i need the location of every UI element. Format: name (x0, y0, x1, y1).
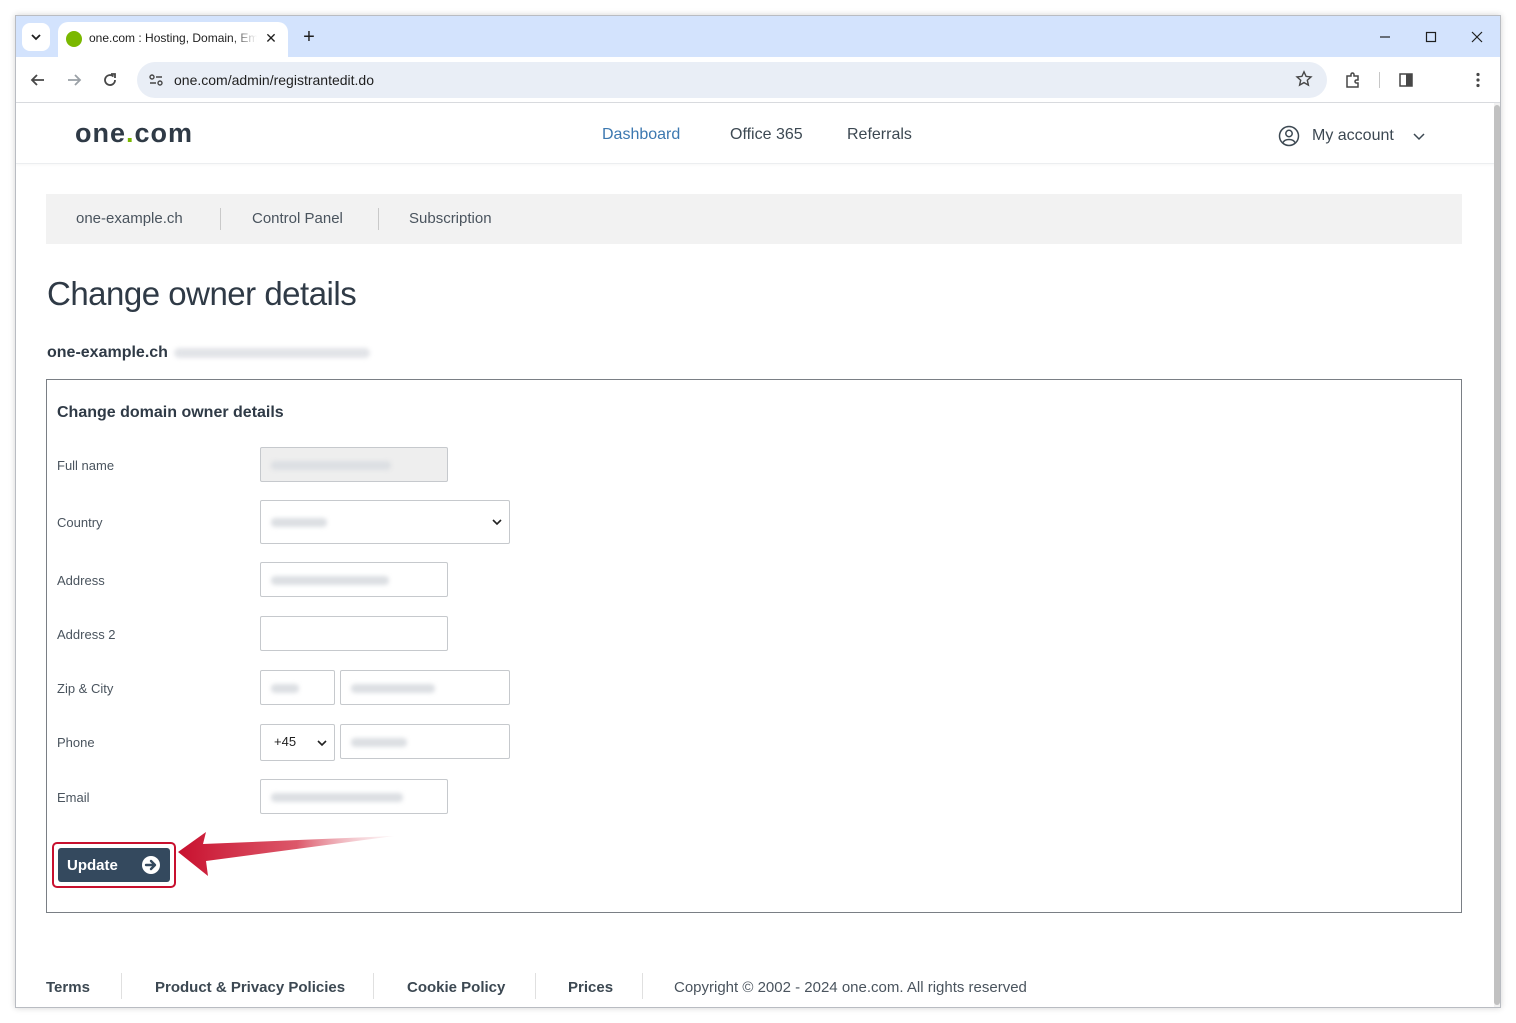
nav-office-365[interactable]: Office 365 (730, 126, 803, 144)
update-highlight-outline: Update (52, 842, 176, 888)
site-settings-icon[interactable] (147, 71, 165, 94)
bookmark-star-icon[interactable] (1295, 70, 1313, 93)
redacted-value (271, 576, 389, 585)
domain-name: one-example.ch (47, 344, 168, 361)
country-select[interactable] (260, 500, 510, 544)
zip-input[interactable] (260, 670, 335, 705)
redacted-value (271, 461, 391, 470)
browser-toolbar: one.com/admin/registrantedit.do (16, 57, 1500, 103)
browser-tab[interactable]: one.com : Hosting, Domain, Email ✕ (58, 22, 288, 57)
city-input[interactable] (340, 670, 510, 705)
zip-city-label: Zip & City (57, 681, 114, 696)
address-bar[interactable]: one.com/admin/registrantedit.do (137, 62, 1327, 98)
browser-menu-kebab-icon[interactable] (1465, 67, 1491, 93)
crumb-divider (378, 208, 379, 230)
redacted-value (271, 793, 403, 802)
domain-heading: one-example.ch (47, 344, 370, 362)
footer-prices-link[interactable]: Prices (568, 979, 613, 996)
my-account-label: My account (1312, 127, 1394, 144)
nav-referrals[interactable]: Referrals (847, 126, 912, 144)
email-label: Email (57, 790, 90, 805)
footer-divider (535, 973, 536, 999)
copyright-text: Copyright © 2002 - 2024 one.com. All rig… (674, 979, 1027, 996)
phone-code-select[interactable]: +45 (260, 724, 335, 761)
annotation-arrow-icon (178, 832, 394, 876)
update-button[interactable]: Update (58, 848, 170, 882)
full-name-input (260, 447, 448, 482)
nav-dashboard[interactable]: Dashboard (602, 126, 680, 144)
arrow-right-circle-icon (142, 856, 160, 874)
chevron-down-icon (317, 739, 327, 746)
site-header: one.com Dashboard Office 365 Referrals M… (16, 103, 1496, 164)
site-footer: Terms Product & Privacy Policies Cookie … (16, 971, 1496, 1001)
chevron-down-icon (31, 34, 41, 41)
page-title: Change owner details (47, 275, 357, 312)
address2-input[interactable] (260, 616, 448, 651)
footer-divider (121, 973, 122, 999)
page-scrollbar[interactable] (1494, 103, 1500, 1007)
back-arrow-icon[interactable] (25, 67, 51, 93)
close-window-icon[interactable] (1464, 26, 1490, 48)
close-tab-icon[interactable]: ✕ (262, 29, 280, 47)
user-circle-icon (1278, 125, 1300, 147)
crumb-divider (220, 208, 221, 230)
footer-divider (373, 973, 374, 999)
tab-title: one.com : Hosting, Domain, Email (89, 31, 257, 45)
address2-label: Address 2 (57, 627, 116, 642)
toolbar-divider (1379, 72, 1380, 88)
minimize-icon[interactable] (1372, 26, 1398, 48)
crumb-control-panel[interactable]: Control Panel (252, 210, 343, 227)
country-label: Country (57, 515, 103, 530)
extensions-puzzle-icon[interactable] (1340, 67, 1366, 93)
web-page: one.com Dashboard Office 365 Referrals M… (16, 103, 1496, 1007)
phone-code-value: +45 (274, 734, 297, 749)
new-tab-plus-icon[interactable]: + (298, 26, 320, 48)
redacted-value (271, 684, 299, 693)
onecom-logo[interactable]: one.com (75, 118, 193, 149)
reload-icon[interactable] (97, 67, 123, 93)
side-panel-icon[interactable] (1393, 67, 1419, 93)
forward-arrow-icon[interactable] (61, 67, 87, 93)
redacted-value (271, 518, 327, 527)
full-name-label: Full name (57, 458, 115, 473)
browser-window: one.com : Hosting, Domain, Email ✕ + one… (15, 15, 1501, 1008)
maximize-icon[interactable] (1418, 26, 1444, 48)
form-title: Change domain owner details (57, 404, 284, 421)
crumb-subscription[interactable]: Subscription (409, 210, 492, 227)
phone-label: Phone (57, 735, 95, 750)
redacted-value (351, 738, 407, 747)
chevron-down-icon (492, 519, 502, 526)
footer-cookie-link[interactable]: Cookie Policy (407, 979, 505, 996)
footer-terms-link[interactable]: Terms (46, 979, 90, 996)
chevron-down-icon (1413, 133, 1425, 141)
address-label: Address (57, 573, 105, 588)
crumb-domain[interactable]: one-example.ch (76, 210, 183, 227)
phone-number-input[interactable] (340, 724, 510, 759)
tab-search-button[interactable] (22, 23, 50, 51)
onecom-favicon-icon (66, 31, 82, 47)
update-button-label: Update (67, 856, 118, 874)
redacted-value (351, 684, 435, 693)
footer-divider (642, 973, 643, 999)
redacted-text (173, 347, 370, 358)
email-input[interactable] (260, 779, 448, 814)
url-text: one.com/admin/registrantedit.do (174, 72, 374, 88)
my-account-menu[interactable]: My account (1278, 125, 1426, 147)
footer-policies-link[interactable]: Product & Privacy Policies (155, 979, 345, 996)
tab-strip: one.com : Hosting, Domain, Email ✕ + (16, 16, 1500, 57)
scrollbar-thumb[interactable] (1494, 105, 1500, 1005)
address-input[interactable] (260, 562, 448, 597)
breadcrumb: one-example.ch Control Panel Subscriptio… (46, 194, 1462, 244)
